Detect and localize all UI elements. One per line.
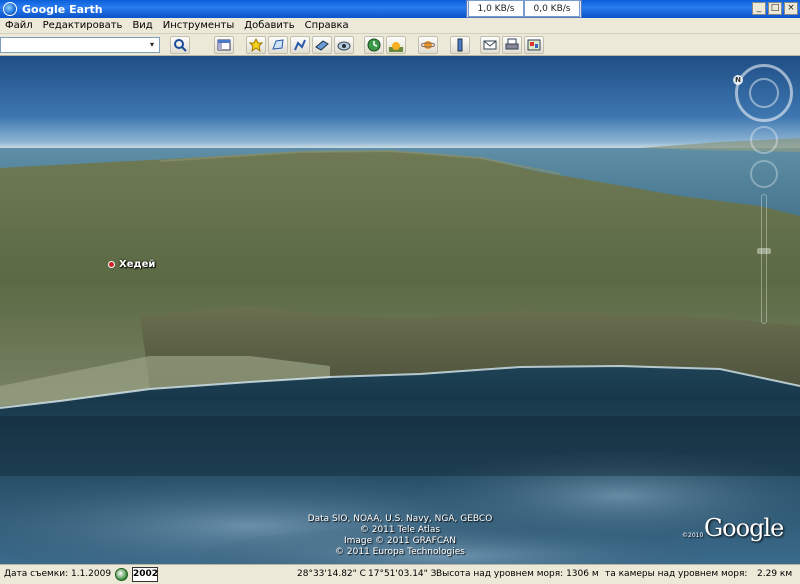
email-icon — [483, 40, 497, 50]
menu-file[interactable]: Файл — [0, 20, 38, 31]
earth-3d-view[interactable]: Хедей N Data SIO, NOAA, U.S. Navy, NGA, … — [0, 56, 800, 564]
menu-edit[interactable]: Редактировать — [38, 20, 128, 31]
credit-line: © 2011 Europa Technologies — [335, 547, 465, 557]
eye-altitude-label: та камеры над уровнем моря: — [605, 569, 748, 579]
view-in-maps-button[interactable] — [524, 36, 544, 54]
image-overlay-icon — [315, 40, 329, 51]
sidebar-icon — [217, 39, 231, 51]
menu-view[interactable]: Вид — [127, 20, 157, 31]
menu-help[interactable]: Справка — [300, 20, 354, 31]
terrain-scene — [0, 138, 800, 564]
sunlight-button[interactable] — [386, 36, 406, 54]
add-placemark-button[interactable] — [246, 36, 266, 54]
historical-imagery-icon[interactable] — [115, 568, 128, 581]
title-bar: Google Earth 1,0 KB/s 0,0 KB/s _ □ × — [0, 0, 800, 18]
switch-planet-button[interactable] — [418, 36, 438, 54]
placemark-icon — [249, 38, 263, 52]
longitude: 17°51'03.14" З — [368, 569, 437, 579]
download-speed: 1,0 KB/s — [468, 0, 524, 17]
polygon-icon — [272, 39, 284, 50]
menu-add[interactable]: Добавить — [239, 20, 299, 31]
placemark-pin-icon[interactable] — [108, 261, 115, 268]
search-button[interactable] — [170, 36, 190, 54]
upload-speed: 0,0 KB/s — [524, 0, 580, 17]
email-button[interactable] — [480, 36, 500, 54]
window-title: Google Earth — [22, 2, 103, 16]
planet-icon — [421, 41, 435, 49]
placemark-label[interactable]: Хедей — [119, 259, 155, 270]
credit-line: Data SIO, NOAA, U.S. Navy, NGA, GEBCO — [307, 514, 493, 524]
logo-copyright: ©2010 — [682, 532, 704, 539]
sidebar-toggle-button[interactable] — [214, 36, 234, 54]
search-input[interactable]: ▾ — [0, 37, 160, 53]
credit-line: © 2011 Tele Atlas — [359, 525, 441, 535]
map-icon — [527, 39, 541, 51]
year-button[interactable]: 2002 — [132, 567, 158, 582]
clock-icon — [367, 38, 381, 52]
close-button[interactable]: × — [784, 2, 798, 15]
add-image-overlay-button[interactable] — [312, 36, 332, 54]
record-tour-icon — [337, 41, 351, 51]
chevron-down-icon[interactable]: ▾ — [146, 39, 158, 51]
move-joystick[interactable] — [750, 160, 778, 188]
menu-bar: Файл Редактировать Вид Инструменты Добав… — [0, 18, 800, 34]
eye-altitude-value: 2.29 км — [757, 569, 793, 579]
north-up-button[interactable]: N — [733, 75, 743, 85]
toolbar: ▾ — [0, 34, 800, 56]
minimize-button[interactable]: _ — [752, 2, 766, 15]
maximize-button[interactable]: □ — [768, 2, 782, 15]
add-path-button[interactable] — [290, 36, 310, 54]
elevation: Высота над уровнем моря: 1306 м — [436, 569, 599, 579]
credit-line: Image © 2011 GRAFCAN — [343, 536, 457, 546]
ruler-icon — [457, 38, 463, 52]
latitude: 28°33'14.82" С — [297, 569, 366, 579]
print-icon — [505, 38, 519, 50]
ruler-button[interactable] — [450, 36, 470, 54]
attribution: Data SIO, NOAA, U.S. Navy, NGA, GEBCO © … — [0, 514, 800, 558]
historical-imagery-button[interactable] — [364, 36, 384, 54]
path-icon — [294, 39, 306, 51]
status-bar: Дата съемки: 1.1.2009 2002 28°33'14.82" … — [0, 564, 800, 584]
menu-tools[interactable]: Инструменты — [158, 20, 240, 31]
zoom-slider[interactable] — [761, 194, 767, 324]
zoom-slider-thumb[interactable] — [757, 248, 771, 254]
google-earth-icon — [3, 2, 17, 16]
look-joystick[interactable] — [750, 126, 778, 154]
sun-icon — [389, 42, 403, 52]
add-polygon-button[interactable] — [268, 36, 288, 54]
search-icon — [174, 39, 187, 52]
imagery-date: Дата съемки: 1.1.2009 — [4, 569, 112, 579]
print-button[interactable] — [502, 36, 522, 54]
look-control[interactable] — [749, 78, 779, 108]
record-tour-button[interactable] — [334, 36, 354, 54]
google-logo: Google — [704, 514, 784, 542]
